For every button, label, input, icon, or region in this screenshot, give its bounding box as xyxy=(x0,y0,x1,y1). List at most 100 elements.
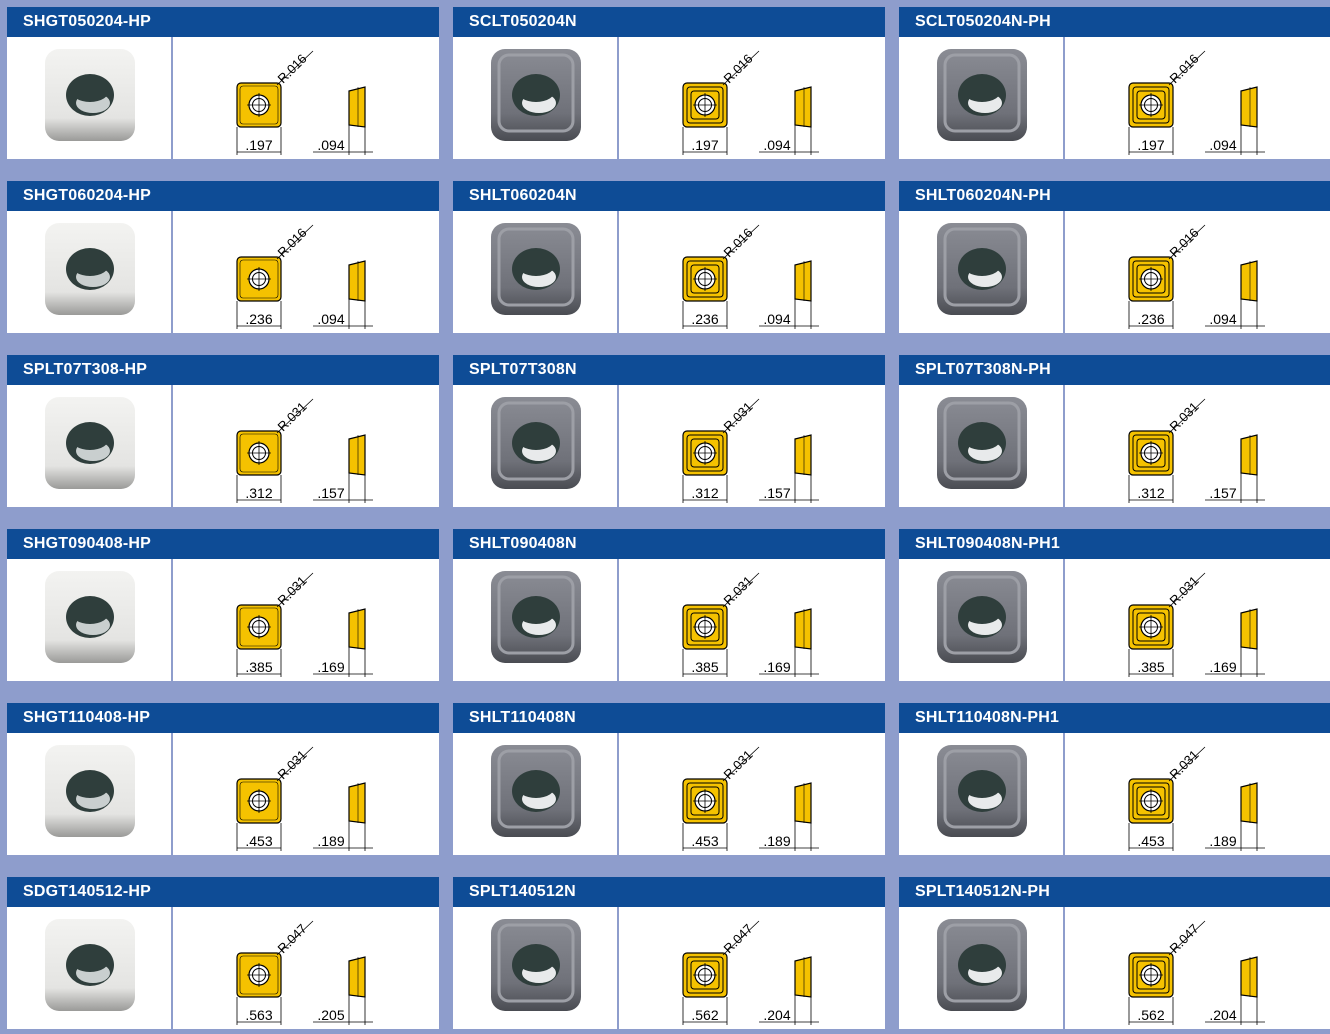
insert-dimension-drawing: R.016 .236 .094 xyxy=(682,224,819,329)
insert-photo-cell xyxy=(453,385,617,507)
insert-thickness-label: .189 xyxy=(317,833,344,849)
insert-drawing-cell: R.031 .385 .169 xyxy=(1065,559,1330,681)
carbide-insert-photo xyxy=(937,223,1027,315)
ceramic-insert-photo xyxy=(45,223,135,315)
carbide-insert-photo xyxy=(491,571,581,663)
insert-photo-cell xyxy=(7,211,171,333)
insert-dimension-drawing: R.031 .312 .157 xyxy=(682,398,819,503)
insert-width-label: .236 xyxy=(245,311,272,327)
corner-radius-label: R.031 xyxy=(1167,573,1202,608)
insert-width-label: .562 xyxy=(1137,1007,1164,1023)
insert-thickness-label: .094 xyxy=(317,311,344,327)
insert-photo-cell xyxy=(899,385,1063,507)
insert-part-number: SPLT140512N xyxy=(453,877,885,907)
insert-drawing-cell: R.047 .562 .204 xyxy=(619,907,885,1029)
insert-card: SCLT050204N R.016 .197 .094 xyxy=(453,7,885,159)
insert-width-label: .197 xyxy=(245,137,272,153)
insert-width-label: .453 xyxy=(1137,833,1164,849)
insert-dimension-drawing: R.016 .197 .094 xyxy=(1128,50,1265,155)
insert-part-number: SCLT050204N xyxy=(453,7,885,37)
carbide-insert-photo xyxy=(491,919,581,1011)
insert-dimension-drawing: R.031 .453 .189 xyxy=(236,746,373,851)
insert-thickness-label: .204 xyxy=(763,1007,790,1023)
insert-drawing-cell: R.016 .236 .094 xyxy=(173,211,439,333)
insert-photo-cell xyxy=(899,733,1063,855)
insert-width-label: .312 xyxy=(1137,485,1164,501)
insert-photo-cell xyxy=(453,37,617,159)
insert-width-label: .385 xyxy=(245,659,272,675)
insert-photo-cell xyxy=(899,211,1063,333)
corner-radius-label: R.031 xyxy=(1167,747,1202,782)
insert-card: SHLT090408N-PH1 R.031 .385 .169 xyxy=(899,529,1330,681)
insert-part-number: SPLT07T308-HP xyxy=(7,355,439,385)
insert-card: SHLT110408N-PH1 R.031 .453 .189 xyxy=(899,703,1330,855)
insert-part-number: SPLT140512N-PH xyxy=(899,877,1330,907)
insert-part-number: SHGT110408-HP xyxy=(7,703,439,733)
ceramic-insert-photo xyxy=(45,49,135,141)
insert-drawing-cell: R.016 .236 .094 xyxy=(1065,211,1330,333)
insert-card: SDGT140512-HP R.047 .563 .205 xyxy=(7,877,439,1029)
corner-radius-label: R.016 xyxy=(1167,51,1202,86)
ceramic-insert-photo xyxy=(45,919,135,1011)
insert-width-label: .236 xyxy=(1137,311,1164,327)
insert-thickness-label: .189 xyxy=(763,833,790,849)
insert-drawing-cell: R.031 .453 .189 xyxy=(173,733,439,855)
insert-dimension-drawing: R.031 .385 .169 xyxy=(236,572,373,677)
insert-card: SCLT050204N-PH R.016 .197 .094 xyxy=(899,7,1330,159)
insert-width-label: .236 xyxy=(691,311,718,327)
insert-card: SPLT140512N R.047 .562 .204 xyxy=(453,877,885,1029)
carbide-insert-photo xyxy=(937,571,1027,663)
insert-card: SPLT07T308N R.031 .312 .157 xyxy=(453,355,885,507)
insert-thickness-label: .169 xyxy=(317,659,344,675)
insert-width-label: .385 xyxy=(691,659,718,675)
insert-dimension-drawing: R.047 .563 .205 xyxy=(236,920,373,1025)
insert-part-number: SHLT110408N-PH1 xyxy=(899,703,1330,733)
insert-photo-cell xyxy=(899,37,1063,159)
insert-photo-cell xyxy=(7,907,171,1029)
insert-dimension-drawing: R.031 .312 .157 xyxy=(236,398,373,503)
insert-width-label: .197 xyxy=(1137,137,1164,153)
insert-photo-cell xyxy=(7,385,171,507)
insert-thickness-label: .189 xyxy=(1209,833,1236,849)
insert-thickness-label: .094 xyxy=(763,137,790,153)
carbide-insert-photo xyxy=(491,397,581,489)
insert-card: SHLT060204N-PH R.016 .236 .094 xyxy=(899,181,1330,333)
insert-dimension-drawing: R.016 .197 .094 xyxy=(682,50,819,155)
insert-thickness-label: .157 xyxy=(763,485,790,501)
insert-dimension-drawing: R.031 .453 .189 xyxy=(1128,746,1265,851)
corner-radius-label: R.031 xyxy=(1167,399,1202,434)
corner-radius-label: R.031 xyxy=(275,399,310,434)
insert-part-number: SCLT050204N-PH xyxy=(899,7,1330,37)
insert-card: SPLT07T308N-PH R.031 .312 .157 xyxy=(899,355,1330,507)
insert-dimension-drawing: R.016 .236 .094 xyxy=(1128,224,1265,329)
insert-drawing-cell: R.031 .385 .169 xyxy=(173,559,439,681)
insert-part-number: SHLT110408N xyxy=(453,703,885,733)
insert-photo-cell xyxy=(453,907,617,1029)
ceramic-insert-photo xyxy=(45,397,135,489)
insert-dimension-drawing: R.016 .197 .094 xyxy=(236,50,373,155)
insert-width-label: .385 xyxy=(1137,659,1164,675)
insert-photo-cell xyxy=(453,559,617,681)
corner-radius-label: R.047 xyxy=(721,921,756,956)
insert-dimension-drawing: R.047 .562 .204 xyxy=(1128,920,1265,1025)
insert-thickness-label: .205 xyxy=(317,1007,344,1023)
insert-width-label: .453 xyxy=(691,833,718,849)
ceramic-insert-photo xyxy=(45,571,135,663)
carbide-insert-photo xyxy=(491,745,581,837)
insert-thickness-label: .169 xyxy=(1209,659,1236,675)
insert-dimension-drawing: R.031 .385 .169 xyxy=(682,572,819,677)
insert-card: SHLT060204N R.016 .236 .094 xyxy=(453,181,885,333)
insert-drawing-cell: R.047 .562 .204 xyxy=(1065,907,1330,1029)
corner-radius-label: R.016 xyxy=(275,51,310,86)
corner-radius-label: R.016 xyxy=(721,51,756,86)
corner-radius-label: R.031 xyxy=(721,747,756,782)
insert-part-number: SHLT060204N xyxy=(453,181,885,211)
insert-thickness-label: .169 xyxy=(763,659,790,675)
insert-photo-cell xyxy=(7,37,171,159)
insert-dimension-drawing: R.031 .453 .189 xyxy=(682,746,819,851)
insert-width-label: .197 xyxy=(691,137,718,153)
insert-part-number: SHLT090408N xyxy=(453,529,885,559)
insert-dimension-drawing: R.031 .312 .157 xyxy=(1128,398,1265,503)
insert-part-number: SPLT07T308N xyxy=(453,355,885,385)
insert-dimension-drawing: R.047 .562 .204 xyxy=(682,920,819,1025)
